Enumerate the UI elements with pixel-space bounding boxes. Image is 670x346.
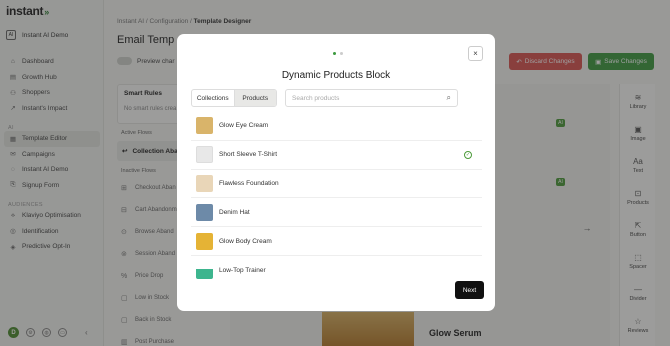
list-item[interactable]: Denim Hat: [191, 198, 482, 228]
close-button[interactable]: ×: [468, 46, 483, 61]
step-indicator: [333, 52, 343, 55]
tab-collections[interactable]: Collections: [192, 90, 234, 106]
product-name: Flawless Foundation: [219, 179, 279, 187]
search-box: ⌕: [285, 89, 458, 107]
product-thumbnail: [196, 117, 213, 135]
product-name: Short Sleeve T-Shirt: [219, 151, 278, 159]
list-item[interactable]: Glow Body Cream: [191, 227, 482, 256]
step-dot: [340, 52, 343, 55]
search-input[interactable]: [292, 94, 432, 102]
product-list: Glow Eye Cream Short Sleeve T-Shirt ✓ Fl…: [191, 112, 482, 285]
dynamic-products-modal: × Dynamic Products Block Collections Pro…: [177, 34, 495, 311]
close-icon: ×: [473, 49, 478, 58]
check-icon: ✓: [464, 150, 472, 159]
modal-title: Dynamic Products Block: [281, 70, 391, 81]
product-name: Glow Eye Cream: [219, 122, 269, 130]
list-item[interactable]: Flawless Foundation: [191, 170, 482, 199]
list-item[interactable]: Glow Eye Cream: [191, 112, 482, 141]
next-button[interactable]: Next: [455, 281, 484, 299]
list-item[interactable]: Low-Top Trainer: [191, 256, 482, 285]
product-thumbnail: [196, 174, 213, 192]
product-name: Glow Body Cream: [219, 237, 272, 245]
product-thumbnail: [196, 232, 213, 250]
product-thumbnail: [196, 146, 213, 164]
list-item[interactable]: Short Sleeve T-Shirt ✓: [191, 141, 482, 170]
step-dot-active: [333, 52, 336, 55]
tab-products[interactable]: Products: [233, 90, 276, 106]
product-name: Low-Top Trainer: [219, 266, 266, 274]
product-thumbnail: [196, 261, 213, 279]
product-name: Denim Hat: [219, 208, 250, 216]
search-icon[interactable]: ⌕: [447, 93, 451, 103]
product-thumbnail: [196, 203, 213, 221]
source-tabs: Collections Products: [191, 89, 277, 107]
